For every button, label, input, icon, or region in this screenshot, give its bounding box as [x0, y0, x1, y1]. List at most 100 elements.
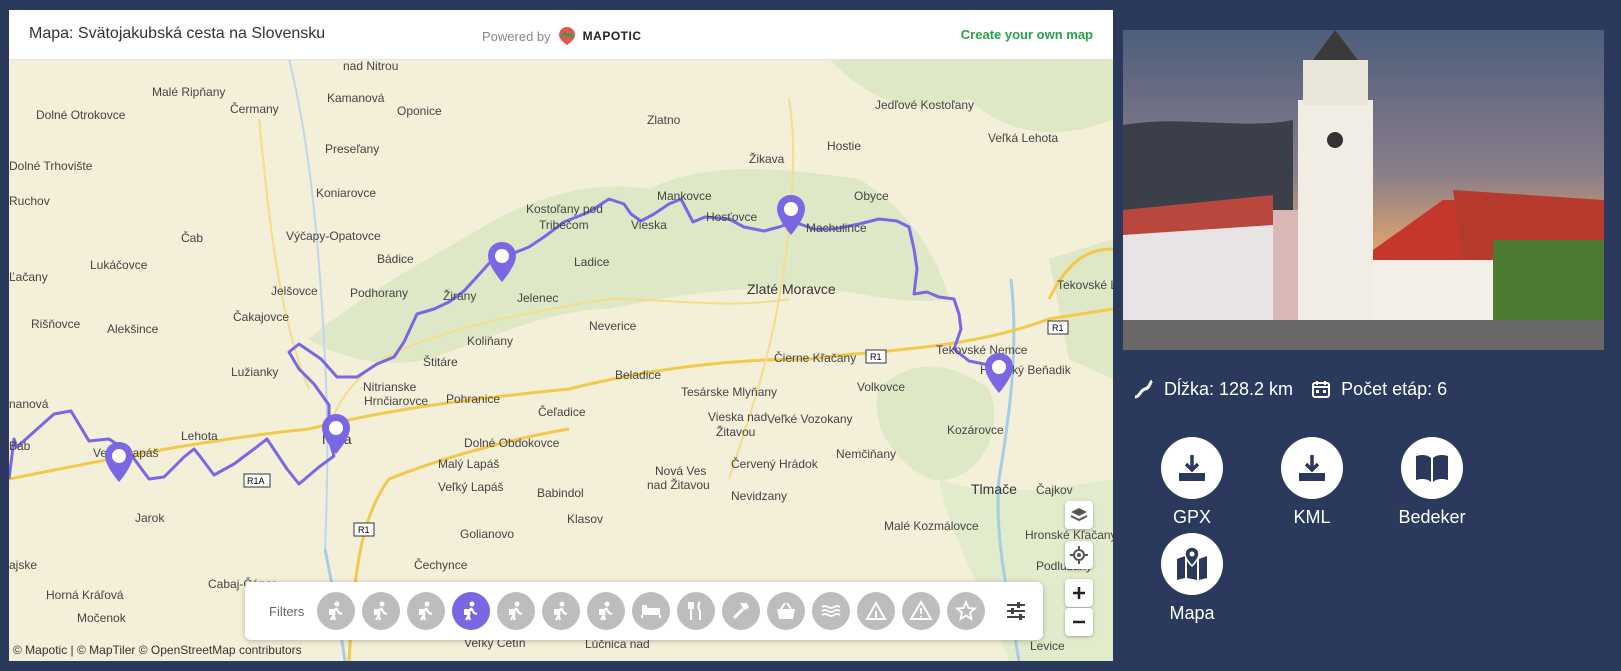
place-label: Nemčiňany: [836, 447, 897, 461]
filter-button[interactable]: [452, 592, 491, 630]
place-label: Koniarovce: [316, 186, 377, 200]
mapotic-brand: MAPOTIC: [582, 29, 642, 43]
place-label: nad Žitavou: [647, 478, 710, 492]
filter-button[interactable]: [947, 592, 986, 630]
locate-button[interactable]: [1065, 541, 1093, 569]
calendar-icon: [1312, 381, 1331, 398]
filter-button[interactable]: [632, 592, 671, 630]
mapotic-logo-icon: [558, 27, 575, 45]
map-download-button[interactable]: Mapa: [1132, 533, 1252, 624]
filter-button[interactable]: [542, 592, 581, 630]
place-label: Nevidzany: [731, 489, 788, 503]
map-label: Mapa: [1169, 603, 1215, 623]
place-label: Babindol: [537, 486, 584, 500]
place-label: Veľký Lapáš: [438, 480, 504, 494]
place-label: Machulince: [806, 221, 867, 235]
map-icon: [1177, 547, 1207, 580]
place-label: Čajkov: [1036, 483, 1073, 497]
place-label: Vieska nad: [708, 410, 768, 424]
place-label: ajske: [9, 558, 38, 572]
plus-icon: [1073, 587, 1085, 599]
map-canvas[interactable]: R1A R1 R1 R1 nad Nitrou Malé Ripňany Dolné…: [9, 59, 1113, 661]
zoom-in-button[interactable]: [1065, 579, 1093, 607]
basket-icon: [777, 602, 796, 619]
route-marker[interactable]: [984, 353, 1014, 393]
map-attribution[interactable]: © Mapotic | © MapTiler © OpenStreetMap c…: [13, 643, 302, 657]
filter-button[interactable]: [407, 592, 446, 630]
place-label: Čierne Kľačany: [774, 351, 857, 365]
filter-button[interactable]: [857, 592, 896, 630]
place-label: Malý Lapáš: [438, 457, 500, 471]
layers-button[interactable]: [1065, 501, 1093, 529]
place-label: Žitavou: [716, 425, 756, 439]
filter-button[interactable]: [497, 592, 536, 630]
place-label: Ladice: [574, 255, 610, 269]
route-length-icon: [1134, 379, 1153, 399]
star-icon: [955, 599, 978, 621]
place-label: Žikava: [749, 152, 785, 166]
place-label: Veľká Lehota: [988, 131, 1059, 145]
place-label: Čeľadice: [538, 405, 586, 419]
download-icon: [1299, 455, 1325, 481]
place-label: Pohranice: [446, 392, 501, 406]
place-label: Veľké Vozokany: [767, 412, 853, 426]
book-icon: [1416, 454, 1448, 482]
water-icon: [821, 605, 841, 617]
map-base: R1A R1 R1 R1: [9, 59, 1113, 661]
route-marker[interactable]: [321, 414, 351, 454]
filter-settings-button[interactable]: [997, 592, 1035, 630]
place-label: Malé Kozmálovce: [884, 519, 979, 533]
hiker-icon: [374, 601, 388, 621]
place-label: Obyce: [854, 189, 889, 203]
place-label: Ľačany: [9, 270, 48, 284]
place-label: Horná Kráľová: [46, 588, 124, 602]
place-label: Kostoľany pod: [526, 202, 603, 216]
route-marker[interactable]: [104, 442, 134, 482]
road-label-r1a: R1A: [247, 476, 265, 486]
warning-icon: [909, 600, 934, 620]
hiker-icon: [554, 601, 568, 621]
filter-button[interactable]: [362, 592, 401, 630]
place-label: Bádice: [377, 252, 414, 266]
filter-button[interactable]: [317, 592, 356, 630]
tent-icon: [865, 600, 888, 620]
place-label: Dolné Otrokovce: [36, 108, 126, 122]
create-map-link[interactable]: Create your own map: [961, 27, 1093, 42]
place-label: Čakajovce: [233, 310, 290, 324]
route-marker[interactable]: [776, 195, 806, 235]
place-label: Klasov: [567, 512, 604, 526]
place-label: Tekovské L: [1057, 278, 1113, 292]
place-label: Volkovce: [857, 380, 906, 394]
sliders-icon: [1007, 602, 1026, 620]
place-label: Čechynce: [414, 558, 468, 572]
place-label: Štitáre: [423, 355, 458, 369]
kml-download-button[interactable]: KML: [1252, 437, 1372, 528]
download-icon: [1179, 455, 1205, 481]
filter-button[interactable]: [902, 592, 941, 630]
place-label: Kamanová: [327, 91, 385, 105]
filter-button[interactable]: [587, 592, 626, 630]
bedeker-button[interactable]: Bedeker: [1372, 437, 1492, 528]
gpx-label: GPX: [1172, 507, 1211, 527]
route-marker[interactable]: [487, 242, 517, 282]
filter-button[interactable]: [812, 592, 851, 630]
place-label: Výčapy-Opatovce: [286, 229, 381, 243]
place-label: Lukáčovce: [90, 258, 148, 272]
place-label: Jedľové Kostoľany: [875, 98, 975, 112]
filter-button[interactable]: [767, 592, 806, 630]
route-length: Dĺžka: 128.2 km: [1164, 378, 1294, 399]
filter-button[interactable]: [722, 592, 761, 630]
place-label: Zlaté Moravce: [747, 281, 836, 297]
place-label: Báb: [9, 439, 31, 453]
kml-label: KML: [1293, 507, 1331, 527]
restaurant-icon: [688, 601, 702, 620]
filter-button[interactable]: [677, 592, 716, 630]
place-label: Močenok: [77, 611, 126, 625]
zoom-out-button[interactable]: [1065, 608, 1093, 636]
place-label: Žirany: [443, 289, 477, 303]
gpx-download-button[interactable]: GPX: [1132, 437, 1252, 528]
powered-by-label: Powered by: [482, 28, 551, 44]
powered-by[interactable]: Powered by MAPOTIC: [482, 26, 642, 46]
place-label: Jelenec: [517, 291, 559, 305]
route-photo: [1123, 30, 1604, 350]
